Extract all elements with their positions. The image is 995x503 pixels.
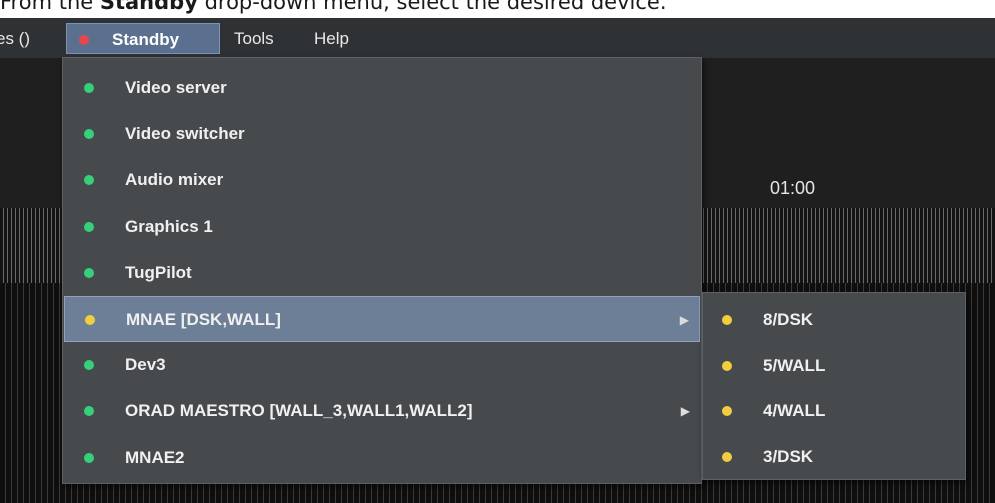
menu-item-partial[interactable]: es () [0,23,30,54]
time-label: 01:00 [770,178,816,198]
status-dot-icon [722,406,732,416]
menu-item-label: Dev3 [125,355,166,375]
menu-item-standby[interactable]: Standby [66,23,220,54]
submenu-arrow-icon: ▶ [680,404,690,419]
menu-item-standby-label: Standby [112,30,180,49]
menu-item-video-server[interactable]: Video server [64,65,700,111]
menu-item-tools[interactable]: Tools [234,23,274,54]
menu-item-label: MNAE2 [125,447,185,467]
caption-text-bold: Standby [99,0,198,14]
status-dot-icon [84,83,94,93]
menu-item-audio-mixer[interactable]: Audio mixer [64,157,700,203]
standby-dropdown-menu: Video server Video switcher Audio mixer Gra… [62,57,702,484]
status-dot-icon [722,451,732,462]
menu-item-video-switcher[interactable]: Video switcher [64,111,700,157]
status-dot-icon [84,452,94,463]
menu-item-graphics-1[interactable]: Graphics 1 [64,204,700,250]
caption-text-after: drop-down menu, select the desired devic… [197,0,667,14]
menu-item-orad-maestro-wall-3-wall1-wall2[interactable]: ORAD MAESTRO [WALL_3,WALL1,WALL2] ▶ [64,388,700,434]
status-dot-icon [722,315,732,325]
submenu-item-8-dsk[interactable]: 8/DSK [704,297,964,343]
menu-item-label: TugPilot [125,262,192,282]
status-dot-icon [79,35,89,45]
menu-item-label: Video switcher [125,124,245,144]
status-dot-icon [84,175,94,186]
menu-item-dev3[interactable]: Dev3 [64,342,700,388]
menu-item-tugpilot[interactable]: TugPilot [64,250,700,296]
status-dot-icon [84,406,94,417]
menu-item-label: Audio mixer [125,170,224,190]
submenu-item-5-wall[interactable]: 5/WALL [704,343,964,389]
submenu-item-label: 8/DSK [763,310,814,329]
menu-item-label: ORAD MAESTRO [WALL_3,WALL1,WALL2] [125,401,473,421]
menu-bar: es () Standby Tools Help [0,18,995,58]
menu-item-help[interactable]: Help [314,23,349,54]
caption-text-before: From the [0,0,100,14]
status-dot-icon [722,360,732,371]
device-submenu: 8/DSK 5/WALL 4/WALL 3/DSK [702,292,966,480]
status-dot-icon [84,221,94,232]
submenu-item-4-wall[interactable]: 4/WALL [704,388,964,434]
instruction-caption: From the Standby drop-down menu, select … [0,0,995,14]
application-window: es () Standby Tools Help 01:00 Video ser… [0,18,995,503]
submenu-arrow-icon: ▶ [679,313,689,327]
menu-item-label: Graphics 1 [125,216,213,236]
submenu-item-label: 3/DSK [763,446,814,466]
menu-item-mnae-dsk-wall[interactable]: MNAE [DSK,WALL] ▶ [64,296,700,342]
submenu-item-label: 4/WALL [763,401,826,420]
status-dot-icon [84,267,94,278]
menu-item-label: MNAE [DSK,WALL] [126,310,281,329]
status-dot-icon [84,360,94,371]
menu-item-mnae2[interactable]: MNAE2 [64,435,700,481]
status-dot-icon [85,315,95,325]
menu-item-label: Video server [125,78,227,97]
status-dot-icon [84,129,94,140]
submenu-item-3-dsk[interactable]: 3/DSK [704,434,964,480]
submenu-item-label: 5/WALL [763,355,826,375]
